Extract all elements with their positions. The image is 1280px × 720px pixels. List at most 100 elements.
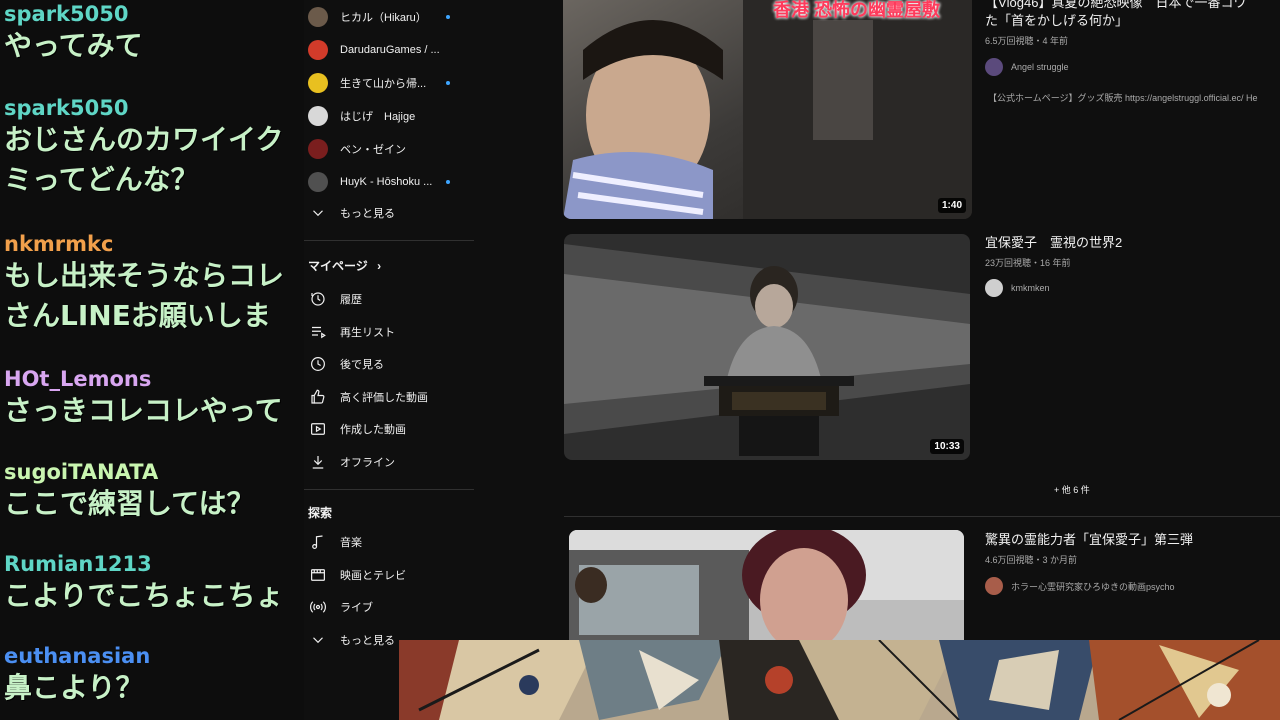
- more-results-link[interactable]: + 他 6 件: [1054, 483, 1090, 496]
- download-icon: [308, 452, 328, 472]
- channel-name: ホラー心霊研究家ひろゆきの動画psycho: [1011, 581, 1175, 592]
- chat-text: こよりでこちょこちょ: [4, 579, 284, 612]
- subscription-name: ヒカル（Hikaru）: [340, 12, 427, 24]
- chat-username: spark5050: [4, 2, 129, 26]
- your-videos-icon: [308, 419, 328, 439]
- video-title[interactable]: 【Vlog46】真夏の絶恐映像 日本で一番コワ た「首をかしげる何か」: [985, 0, 1246, 30]
- chat-username: euthanasian: [4, 644, 151, 668]
- video-channel[interactable]: kmkmken: [985, 279, 1050, 297]
- subscription-item[interactable]: HuyK - Hōshoku ...: [308, 167, 474, 197]
- avatar-hikaru: [308, 7, 328, 27]
- video-description: 【公式ホームページ】グッズ販売 https://angelstruggl.off…: [988, 93, 1258, 103]
- subscription-item[interactable]: はじげ Hajige: [308, 101, 474, 131]
- chat-text: やってみて: [4, 29, 143, 62]
- divider: [304, 489, 474, 490]
- avatar-ikite: [308, 73, 328, 93]
- video-channel[interactable]: Angel struggle: [985, 58, 1069, 76]
- chevron-down-icon: [308, 630, 328, 650]
- sidebar: ヒカル（Hikaru） DarudaruGames / ... 生きて山から帰...…: [304, 0, 476, 720]
- history-icon: [308, 289, 328, 309]
- video-title[interactable]: 驚異の霊能力者「宜保愛子」第三弾: [985, 531, 1193, 549]
- main-content: 香港 恐怖の幽霊屋敷 1:40 【Vlog46】真夏の絶恐映像 日本で一番コワ …: [476, 0, 1280, 720]
- avatar-ben: [308, 139, 328, 159]
- nav-label: 再生リスト: [340, 326, 395, 339]
- film-icon: [308, 565, 328, 585]
- video-duration: 1:40: [937, 198, 966, 213]
- subscription-name: はじげ Hajige: [340, 111, 416, 123]
- subscription-item[interactable]: ヒカル（Hikaru）: [308, 2, 474, 32]
- channel-avatar: [985, 279, 1003, 297]
- video-meta: 6.5万回視聴・4 年前: [985, 36, 1069, 46]
- channel-avatar: [985, 58, 1003, 76]
- chat-username: HOt_Lemons: [4, 367, 152, 391]
- chat-text: おじさんのカワイイク ミってどんな？: [4, 123, 284, 196]
- thumbnail-image: [564, 234, 970, 460]
- chat-message: euthanasian 鼻こより？: [4, 644, 304, 708]
- collage-artwork-overlay: [399, 640, 1280, 720]
- chat-text: もし出来そうならコレ さんLINEお願いしま: [4, 259, 285, 332]
- nav-label: 映画とテレビ: [340, 569, 406, 582]
- video-meta: 23万回視聴・16 年前: [985, 258, 1071, 268]
- chat-message: spark5050 やってみて: [4, 2, 304, 66]
- thumbnail-caption: 香港 恐怖の幽霊屋敷: [773, 0, 941, 20]
- music-icon: [308, 532, 328, 552]
- nav-label: 高く評価した動画: [340, 391, 428, 404]
- divider: [564, 516, 1280, 517]
- nav-label: もっと見る: [340, 634, 395, 647]
- live-icon: [308, 597, 328, 617]
- nav-label: 後で見る: [340, 359, 384, 372]
- nav-item[interactable]: オフライン: [308, 447, 474, 477]
- show-more-label: もっと見る: [340, 208, 395, 220]
- live-indicator: [446, 15, 450, 19]
- channel-name: Angel struggle: [1011, 62, 1069, 72]
- chevron-right-icon: ›: [377, 259, 382, 273]
- watch-later-icon: [308, 354, 328, 374]
- nav-label: 作成した動画: [340, 424, 406, 437]
- nav-item[interactable]: 作成した動画: [308, 414, 474, 444]
- video-thumbnail[interactable]: 10:33: [564, 234, 970, 460]
- chat-message: HOt_Lemons さっきコレコレやって: [4, 367, 304, 431]
- thumbs-up-icon: [308, 387, 328, 407]
- video-meta: 4.6万回視聴・3 か月前: [985, 555, 1078, 565]
- subscription-name: DarudaruGames / ...: [340, 44, 440, 56]
- subscription-name: HuyK - Hōshoku ...: [340, 176, 433, 188]
- chat-message: spark5050 おじさんのカワイイク ミってどんな？: [4, 96, 304, 200]
- nav-item[interactable]: 後で見る: [308, 349, 474, 379]
- nav-item[interactable]: 高く評価した動画: [308, 382, 474, 412]
- live-indicator: [446, 81, 450, 85]
- mypage-header[interactable]: マイページ ›: [308, 257, 381, 274]
- video-title[interactable]: 宜保愛子 霊視の世界2: [985, 234, 1122, 252]
- video-channel[interactable]: ホラー心霊研究家ひろゆきの動画psycho: [985, 577, 1175, 595]
- live-indicator: [446, 180, 450, 184]
- subscription-item[interactable]: 生きて山から帰...: [308, 68, 474, 98]
- divider: [304, 240, 474, 241]
- chat-username: Rumian1213: [4, 552, 152, 576]
- chat-username: sugoiTANATA: [4, 460, 159, 484]
- channel-name: kmkmken: [1011, 283, 1050, 293]
- chat-username: spark5050: [4, 96, 129, 120]
- chat-overlay: spark5050 やってみて spark5050 おじさんのカワイイク ミってどんな…: [0, 0, 304, 720]
- nav-label: ライブ: [340, 602, 373, 615]
- chat-message: Rumian1213 こよりでこちょこちょ: [4, 552, 304, 616]
- nav-item[interactable]: ライブ: [308, 592, 474, 622]
- playlist-icon: [308, 322, 328, 342]
- chat-message: sugoiTANATA ここで練習しては？: [4, 460, 304, 524]
- nav-item[interactable]: 音楽: [308, 527, 474, 557]
- mypage-label: マイページ: [308, 259, 368, 273]
- nav-label: 履歴: [340, 294, 362, 306]
- chat-text: 鼻こより？: [4, 671, 144, 704]
- subscription-item[interactable]: ベン・ゼイン: [308, 134, 474, 164]
- video-duration: 10:33: [930, 439, 964, 454]
- nav-item[interactable]: 履歴: [308, 284, 474, 314]
- show-more-subscriptions[interactable]: もっと見る: [308, 198, 474, 228]
- thumbnail-image: [563, 0, 972, 219]
- subscription-name: ベン・ゼイン: [340, 144, 406, 156]
- chat-text: ここで練習しては？: [4, 487, 255, 520]
- subscription-item[interactable]: DarudaruGames / ...: [308, 35, 474, 65]
- nav-item[interactable]: 再生リスト: [308, 317, 474, 347]
- explore-header: 探索: [308, 506, 333, 520]
- chevron-down-icon: [308, 203, 328, 223]
- nav-item[interactable]: 映画とテレビ: [308, 560, 474, 590]
- video-thumbnail[interactable]: 香港 恐怖の幽霊屋敷 1:40: [563, 0, 972, 219]
- avatar-hajige: [308, 106, 328, 126]
